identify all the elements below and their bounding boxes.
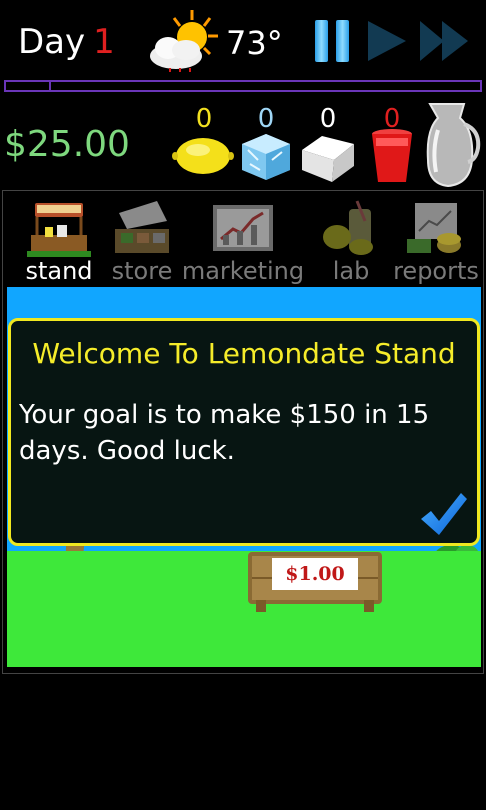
tab-lab-label: lab: [332, 257, 370, 285]
play-button[interactable]: [364, 18, 410, 64]
tab-reports-label: reports: [393, 257, 479, 285]
tab-store[interactable]: store: [103, 199, 181, 289]
lemons-count: 0: [195, 104, 213, 134]
welcome-dialog: Welcome To Lemondate Stand Your goal is …: [8, 318, 480, 546]
partly-cloudy-sun-icon: [150, 10, 218, 72]
reports-icon: [407, 203, 461, 253]
sugar-cube-icon: [302, 136, 354, 182]
tab-lab[interactable]: lab: [315, 199, 387, 289]
price-label: $1.00: [272, 558, 358, 590]
marketing-chart-icon: [213, 205, 273, 251]
grass: [7, 551, 481, 667]
tab-marketing[interactable]: marketing: [179, 199, 307, 289]
day-indicator: Day 1: [18, 22, 115, 62]
money-balance: $25.00: [4, 124, 130, 165]
tab-store-label: store: [111, 257, 173, 285]
pitcher-icon: [426, 103, 481, 188]
stand-icon: [27, 203, 91, 257]
dialog-message: Your goal is to make $150 in 15 days. Go…: [19, 400, 430, 466]
tab-stand-label: stand: [25, 257, 93, 285]
checkmark-icon[interactable]: [419, 491, 469, 537]
tab-reports[interactable]: reports: [387, 199, 485, 289]
ice-icon: [242, 134, 290, 180]
tab-stand[interactable]: stand: [17, 199, 101, 289]
day-progress-marker: [49, 80, 51, 92]
lemonade-lab-icon: [323, 200, 373, 255]
dialog-title: Welcome To Lemondate Stand: [32, 337, 456, 370]
store-icon: [115, 201, 169, 253]
day-number: 1: [93, 22, 115, 62]
day-label: Day: [18, 22, 86, 62]
fast-forward-button[interactable]: [418, 18, 470, 64]
temperature: 73°: [226, 24, 283, 62]
tab-marketing-label: marketing: [181, 257, 305, 285]
cup-icon: [372, 129, 412, 182]
day-progress-bar: [4, 80, 482, 92]
pause-button[interactable]: [312, 18, 354, 64]
lemon-icon: [172, 138, 234, 174]
